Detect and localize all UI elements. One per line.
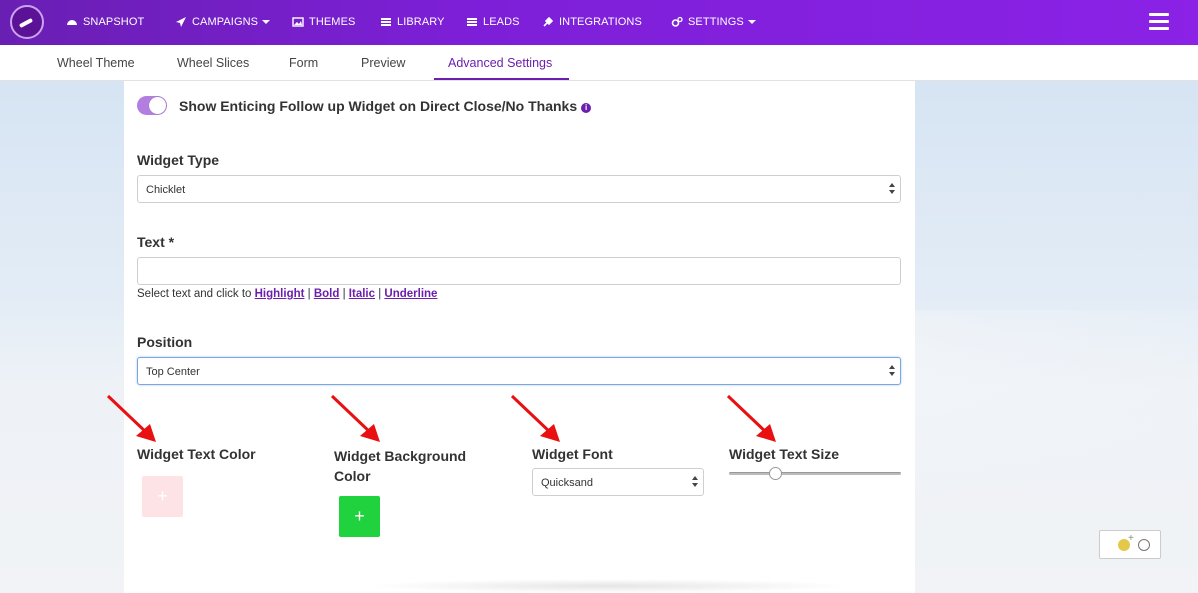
active-tab-indicator <box>434 78 569 80</box>
toggle-label: Show Enticing Follow up Widget on Direct… <box>179 98 592 114</box>
red-arrow-icon <box>510 394 560 442</box>
position-label: Position <box>137 334 193 350</box>
nav-label: INTEGRATIONS <box>559 16 642 28</box>
nav-snapshot[interactable]: SNAPSHOT <box>66 13 144 31</box>
follow-up-widget-toggle[interactable] <box>137 96 167 115</box>
list-icon <box>466 16 478 28</box>
text-label: Text * <box>137 234 175 250</box>
red-arrow-icon <box>330 394 380 442</box>
toggle-label-text: Show Enticing Follow up Widget on Direct… <box>179 98 578 114</box>
red-arrow-icon <box>726 394 776 442</box>
smiley-icon <box>1138 539 1150 551</box>
widget-type-label: Widget Type <box>137 152 220 168</box>
help-prefix: Select text and click to <box>137 288 252 300</box>
dashboard-icon <box>66 16 78 28</box>
tab-preview[interactable]: Preview <box>361 56 405 70</box>
nav-label: THEMES <box>309 16 356 28</box>
plug-icon <box>542 16 554 28</box>
nav-library[interactable]: LIBRARY <box>380 13 445 31</box>
select-arrows-icon <box>889 365 896 377</box>
widget-type-value: Chicklet <box>146 184 186 196</box>
highlight-link[interactable]: Highlight <box>255 288 305 300</box>
nav-themes[interactable]: THEMES <box>292 13 355 31</box>
tab-wheel-slices[interactable]: Wheel Slices <box>177 56 249 70</box>
hamburger-menu-icon[interactable] <box>1149 13 1169 30</box>
text-color-picker[interactable]: + <box>142 476 183 517</box>
emoji-feedback-button[interactable]: + <box>1099 530 1161 559</box>
chevron-down-icon <box>747 20 756 24</box>
list-icon <box>380 16 392 28</box>
text-size-slider-thumb[interactable] <box>768 467 782 480</box>
nav-label: LIBRARY <box>397 16 445 28</box>
select-arrows-icon <box>692 476 699 488</box>
plus-icon: + <box>1128 533 1134 544</box>
bold-link[interactable]: Bold <box>314 288 340 300</box>
nav-label: SETTINGS <box>688 16 744 28</box>
paper-plane-icon <box>175 16 187 28</box>
nav-integrations[interactable]: INTEGRATIONS <box>542 13 642 31</box>
italic-link[interactable]: Italic <box>349 288 375 300</box>
nav-label: LEADS <box>483 16 520 28</box>
editor-tabs: Wheel Theme Wheel Slices Form Preview Ad… <box>0 45 1198 81</box>
underline-link[interactable]: Underline <box>384 288 437 300</box>
nav-settings[interactable]: SETTINGS <box>671 13 756 31</box>
red-arrow-icon <box>106 394 156 442</box>
tab-advanced-settings[interactable]: Advanced Settings <box>448 56 552 70</box>
widget-font-select[interactable]: Quicksand <box>532 468 704 496</box>
nav-leads[interactable]: LEADS <box>466 13 520 31</box>
nav-label: CAMPAIGNS <box>192 16 259 28</box>
gears-icon <box>671 16 683 28</box>
formatting-help: Select text and click to Highlight | Bol… <box>137 288 438 300</box>
background-color-picker[interactable]: + <box>339 496 380 537</box>
text-size-slider[interactable] <box>729 472 901 475</box>
position-value: Top Center <box>146 366 200 378</box>
image-icon <box>292 16 304 28</box>
widget-background-color-label: Widget Background Color <box>334 448 467 484</box>
widget-type-select[interactable]: Chicklet <box>137 175 901 203</box>
chevron-down-icon <box>262 20 271 24</box>
widget-text-input[interactable] <box>137 257 901 285</box>
tab-wheel-theme[interactable]: Wheel Theme <box>57 56 135 70</box>
plus-icon: + <box>157 486 168 506</box>
position-select[interactable]: Top Center <box>137 357 901 385</box>
plus-icon: + <box>354 506 365 526</box>
info-icon[interactable]: i <box>581 103 592 113</box>
widget-font-value: Quicksand <box>541 477 593 489</box>
select-arrows-icon <box>889 183 896 195</box>
settings-panel: Show Enticing Follow up Widget on Direct… <box>124 81 915 593</box>
top-navbar: SNAPSHOT CAMPAIGNS THEMES LIBRARY LEADS … <box>0 0 1198 45</box>
tab-form[interactable]: Form <box>289 56 318 70</box>
logo[interactable] <box>10 5 44 39</box>
panel-bottom-shadow <box>364 579 854 593</box>
nav-label: SNAPSHOT <box>83 16 145 28</box>
nav-campaigns[interactable]: CAMPAIGNS <box>175 13 271 31</box>
